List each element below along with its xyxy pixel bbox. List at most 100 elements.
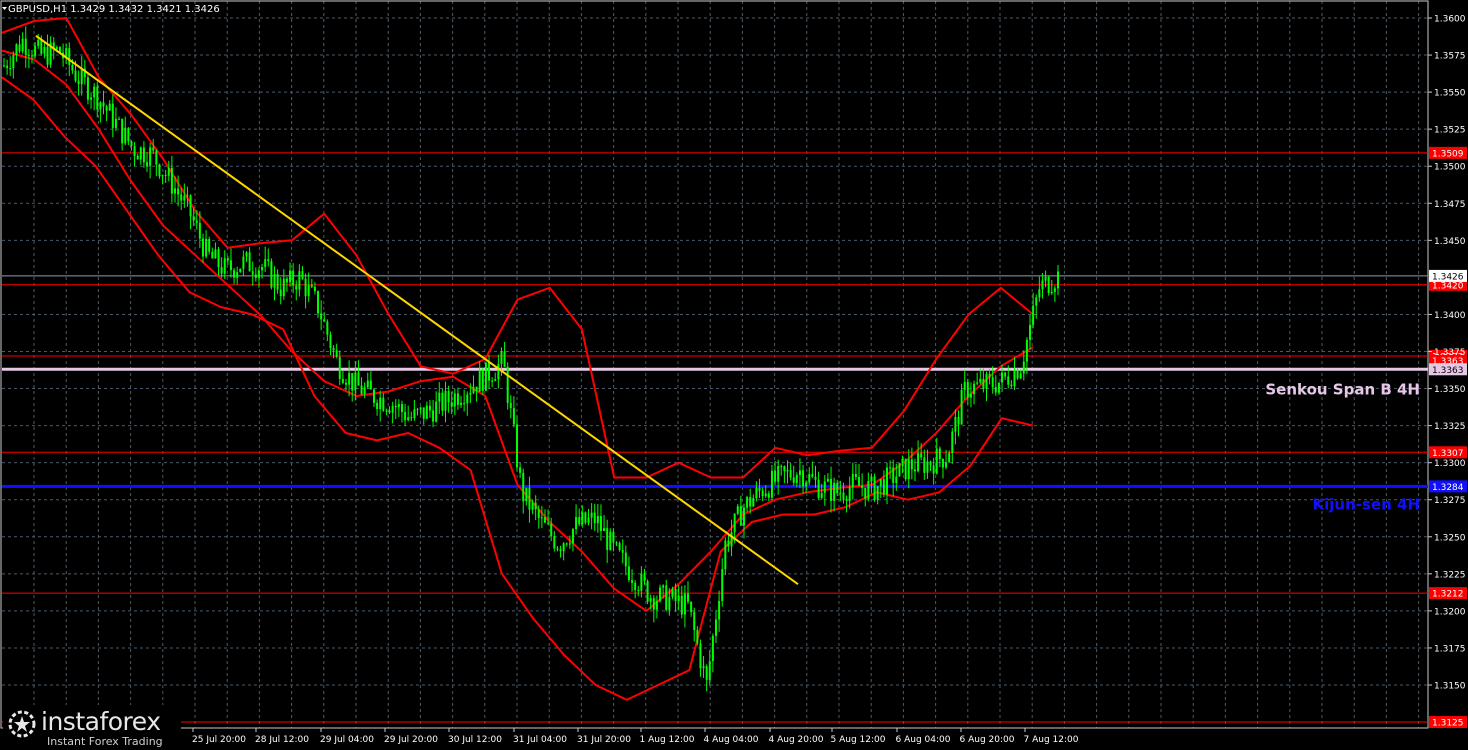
candle-body	[945, 462, 948, 468]
candle-body	[606, 528, 609, 550]
candle-body	[71, 64, 74, 71]
candle-body	[780, 466, 783, 468]
candle-body	[864, 487, 867, 499]
candle-body	[298, 271, 301, 290]
candle-body	[369, 380, 372, 390]
candle-body	[963, 382, 966, 390]
candle-body	[842, 492, 845, 499]
candle-body	[994, 387, 997, 393]
candle-body	[111, 103, 114, 128]
candle-body	[802, 470, 805, 487]
candle-body	[913, 469, 916, 472]
candle-body	[808, 474, 811, 483]
candle-body	[233, 270, 236, 278]
candle-body	[289, 270, 292, 283]
y-tick-label: 1.3500	[1434, 163, 1466, 173]
candle-body	[345, 382, 348, 385]
candle-body	[425, 405, 428, 419]
candle-body	[174, 188, 177, 194]
candle-body	[714, 619, 717, 636]
candle-body	[55, 47, 58, 50]
candle-body	[519, 467, 522, 473]
candle-body	[559, 549, 562, 552]
x-tick-label: 5 Aug 12:00	[831, 735, 886, 745]
candle-body	[568, 543, 571, 545]
candle-body	[792, 477, 795, 483]
candle-body	[621, 550, 624, 553]
candle-body	[932, 465, 935, 474]
candle-body	[469, 392, 472, 395]
y-tick-label: 1.3375	[1434, 348, 1466, 358]
candle-body	[624, 552, 627, 567]
candle-body	[146, 162, 149, 166]
candle-body	[683, 593, 686, 615]
candle-body	[979, 378, 982, 383]
candle-body	[528, 487, 531, 510]
candle-body	[652, 598, 655, 610]
x-tick-label: 30 Jul 12:00	[448, 735, 502, 745]
candle-body	[18, 44, 21, 52]
candle-body	[419, 407, 422, 410]
x-tick-label: 25 Jul 20:00	[192, 735, 246, 745]
candle-body	[696, 630, 699, 644]
candle-body	[1029, 324, 1032, 340]
candle-body	[892, 467, 895, 484]
candle-body	[460, 402, 463, 405]
candle-body	[236, 272, 239, 278]
candle-body	[742, 507, 745, 526]
candle-body	[537, 509, 540, 518]
level-price-label: 1.3420	[1432, 281, 1464, 291]
candle-body	[428, 405, 431, 411]
y-tick-label: 1.3525	[1434, 126, 1466, 136]
candle-body	[450, 402, 453, 407]
candle-body	[170, 167, 173, 194]
candle-body	[124, 127, 127, 144]
candle-body	[711, 635, 714, 662]
candle-body	[385, 410, 388, 412]
candle-body	[665, 585, 668, 610]
candle-body	[167, 167, 170, 176]
candle-body	[609, 531, 612, 550]
candle-body	[873, 476, 876, 500]
candle-body	[99, 102, 102, 110]
candle-body	[811, 474, 814, 477]
candle-body	[1032, 305, 1035, 325]
candle-body	[456, 393, 459, 405]
candle-body	[599, 516, 602, 531]
candle-body	[674, 588, 677, 602]
candle-body	[764, 493, 767, 497]
candle-body	[180, 194, 183, 201]
candle-body	[1044, 276, 1047, 281]
candle-body	[357, 372, 360, 386]
candle-body	[37, 39, 40, 46]
candle-body	[422, 407, 425, 419]
level-price-label: 1.3307	[1432, 449, 1464, 459]
candle-body	[93, 86, 96, 98]
x-tick-label: 6 Aug 04:00	[896, 735, 951, 745]
price-chart[interactable]: 1.35091.34201.33721.33631.3363Senkou Spa…	[0, 0, 1468, 750]
candle-body	[571, 529, 574, 544]
x-tick-label: 4 Aug 20:00	[769, 735, 824, 745]
candle-body	[295, 285, 298, 290]
candle-body	[1035, 297, 1038, 306]
candle-body	[1013, 369, 1016, 387]
candle-body	[195, 220, 198, 223]
candle-body	[376, 402, 379, 410]
candle-body	[662, 585, 665, 588]
candle-body	[307, 284, 310, 297]
candle-body	[895, 476, 898, 484]
candle-body	[516, 424, 519, 468]
candle-body	[208, 238, 211, 252]
candle-body	[814, 476, 817, 480]
candle-body	[12, 55, 15, 69]
candle-body	[1038, 289, 1041, 298]
candle-body	[640, 573, 643, 591]
y-tick-label: 1.3325	[1434, 422, 1466, 432]
candle-body	[118, 118, 121, 120]
candle-body	[394, 405, 397, 408]
candle-body	[435, 401, 438, 422]
level-price-label: 1.3212	[1432, 590, 1464, 600]
candle-body	[885, 467, 888, 495]
candle-body	[1047, 276, 1050, 294]
candle-body	[276, 274, 279, 290]
